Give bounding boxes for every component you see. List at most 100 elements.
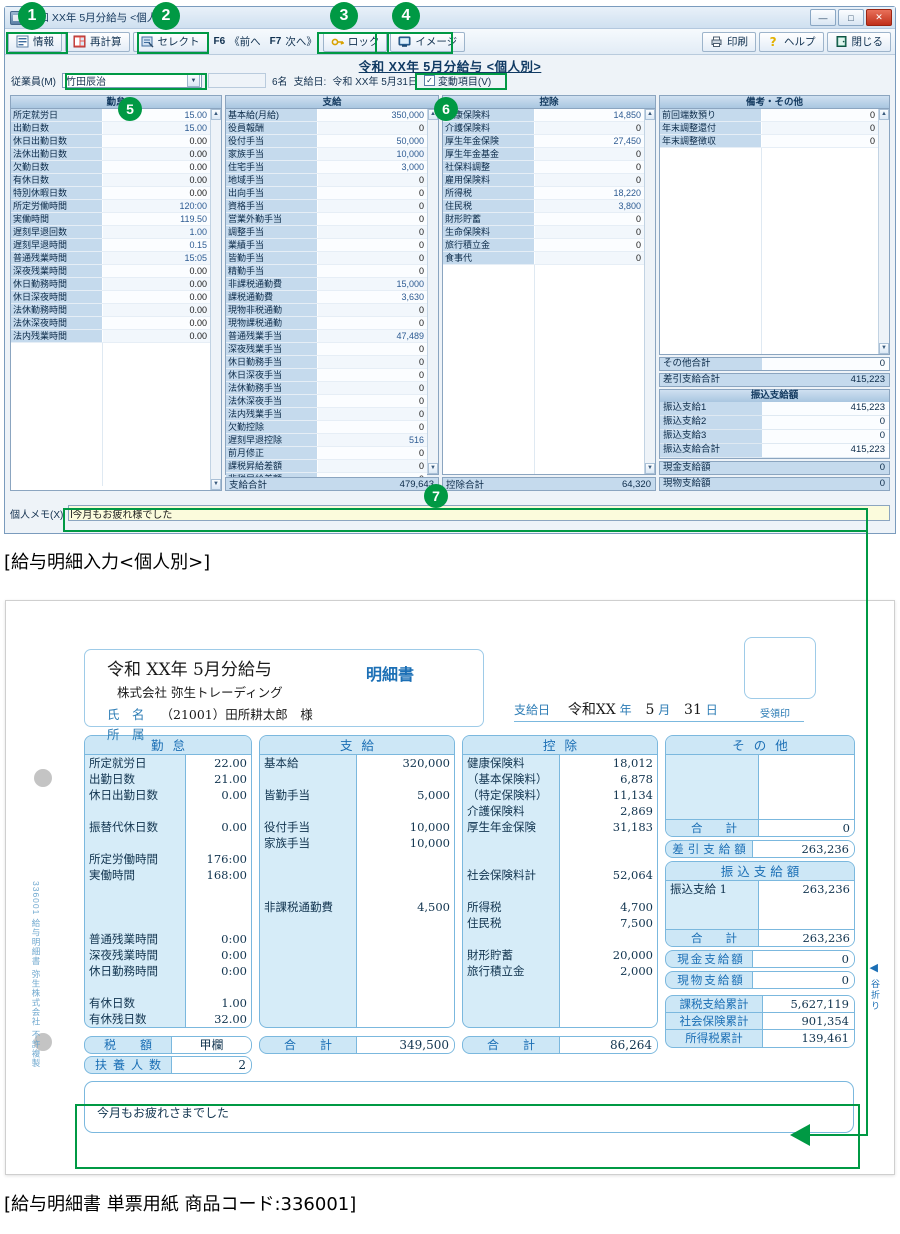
- grid-row-empty[interactable]: [443, 363, 644, 376]
- grid-row-value[interactable]: [535, 351, 644, 364]
- grid-row-value[interactable]: [762, 262, 878, 274]
- grid-row-value[interactable]: [762, 205, 878, 217]
- grid-row-empty[interactable]: [11, 382, 210, 395]
- grid-row-empty[interactable]: [443, 301, 644, 315]
- grid-row-empty[interactable]: [660, 250, 878, 263]
- help-button[interactable]: ? ヘルプ: [759, 31, 824, 52]
- grid-row[interactable]: 介護保険料 0: [443, 122, 644, 135]
- grid-row-empty[interactable]: [443, 437, 644, 450]
- grid-row-value[interactable]: 14,850: [535, 109, 644, 121]
- grid-row-empty[interactable]: [11, 447, 210, 460]
- grid-row-value[interactable]: [103, 447, 210, 460]
- grid-row-value[interactable]: [762, 285, 878, 297]
- grid-row-value[interactable]: 0.00: [103, 304, 210, 316]
- grid-row-value[interactable]: 0.00: [103, 317, 210, 329]
- grid-row-empty[interactable]: [660, 239, 878, 251]
- grid-row[interactable]: 役付手当 50,000: [226, 135, 427, 148]
- grid-row[interactable]: 出向手当 0: [226, 187, 427, 200]
- grid-row-value[interactable]: [535, 461, 644, 475]
- grid-row[interactable]: 役員報酬 0: [226, 122, 427, 135]
- grid-row-empty[interactable]: [443, 314, 644, 327]
- grid-row[interactable]: 深夜残業手当 0: [226, 343, 427, 356]
- other-rows[interactable]: 前回端数預り 0 年末調整還付 0 年末調整徴収 0: [660, 109, 878, 354]
- grid-row[interactable]: 遅刻早退控除 516: [226, 434, 427, 447]
- grid-row-value[interactable]: 0.15: [103, 239, 210, 251]
- grid-row-value[interactable]: 0.00: [103, 278, 210, 290]
- grid-row[interactable]: 基本給(月給) 350,000: [226, 109, 427, 122]
- grid-row-value[interactable]: 0: [318, 122, 427, 134]
- grid-row-empty[interactable]: [660, 205, 878, 217]
- grid-row[interactable]: 休日勤務手当 0: [226, 356, 427, 369]
- grid-row-empty[interactable]: [443, 351, 644, 364]
- grid-row-value[interactable]: 350,000: [318, 109, 427, 121]
- grid-row-value[interactable]: 0: [535, 148, 644, 160]
- grid-row-empty[interactable]: [443, 375, 644, 388]
- grid-row-value[interactable]: 0: [318, 460, 427, 472]
- grid-row-value[interactable]: [762, 342, 878, 354]
- grid-row[interactable]: 普通残業時間 15:05: [11, 252, 210, 265]
- grid-row-value[interactable]: [535, 424, 644, 438]
- grid-row-value[interactable]: [535, 387, 644, 401]
- koujo-grid[interactable]: 控除 健康保険料 14,850 介護保険料 0 厚生年金保険 27,450 厚生年金基金 0 社…: [442, 95, 656, 475]
- furikomi-row-value[interactable]: 415,223: [762, 444, 889, 457]
- furikomi-row-value[interactable]: 0: [762, 430, 889, 443]
- grid-row-empty[interactable]: [660, 342, 878, 354]
- grid-row[interactable]: 皆勤手当 0: [226, 252, 427, 265]
- grid-row-value[interactable]: [535, 301, 644, 315]
- grid-row[interactable]: 法内残業時間 0.00: [11, 330, 210, 343]
- grid-row[interactable]: 現物課税通勤 0: [226, 317, 427, 330]
- grid-row-empty[interactable]: [660, 319, 878, 331]
- grid-row-value[interactable]: 0: [318, 252, 427, 264]
- grid-row[interactable]: 地域手当 0: [226, 174, 427, 187]
- grid-row-value[interactable]: 0: [318, 356, 427, 368]
- furikomi-row-value[interactable]: 415,223: [762, 402, 889, 415]
- grid-row[interactable]: 欠勤日数 0.00: [11, 161, 210, 174]
- grid-row[interactable]: 現物非税通勤 0: [226, 304, 427, 317]
- grid-row-value[interactable]: 0: [535, 226, 644, 238]
- grid-row[interactable]: 深夜残業時間 0.00: [11, 265, 210, 278]
- grid-row-value[interactable]: [762, 148, 878, 160]
- grid-row-value[interactable]: 0: [318, 395, 427, 407]
- grid-row-value[interactable]: [762, 193, 878, 206]
- grid-row-value[interactable]: [103, 421, 210, 434]
- shikyu-rows[interactable]: 基本給(月給) 350,000 役員報酬 0 役付手当 50,000 家族手当 10,000 住…: [226, 109, 427, 486]
- grid-row-empty[interactable]: [443, 326, 644, 339]
- grid-row[interactable]: 休日深夜時間 0.00: [11, 291, 210, 304]
- grid-row-empty[interactable]: [660, 170, 878, 183]
- grid-row-empty[interactable]: [11, 369, 210, 382]
- grid-row-value[interactable]: [535, 375, 644, 388]
- grid-row-empty[interactable]: [11, 408, 210, 421]
- grid-row-value[interactable]: 0: [535, 252, 644, 264]
- grid-row-empty[interactable]: [660, 148, 878, 160]
- grid-row[interactable]: 住宅手当 3,000: [226, 161, 427, 174]
- grid-row-value[interactable]: 0: [318, 369, 427, 381]
- grid-row-value[interactable]: [535, 363, 644, 376]
- scroll-down-icon[interactable]: ▼: [428, 463, 438, 474]
- grid-row-value[interactable]: 0: [535, 122, 644, 134]
- grid-row-value[interactable]: 0: [318, 187, 427, 199]
- grid-row-value[interactable]: 0: [535, 239, 644, 251]
- grid-row-value[interactable]: [762, 159, 878, 171]
- grid-row-value[interactable]: [762, 319, 878, 331]
- grid-row[interactable]: 前回端数預り 0: [660, 109, 878, 122]
- grid-row-value[interactable]: 0: [535, 213, 644, 225]
- grid-row-value[interactable]: 1.00: [103, 226, 210, 238]
- grid-row-empty[interactable]: [443, 387, 644, 401]
- minimize-button[interactable]: ―: [810, 9, 836, 26]
- grid-row-empty[interactable]: [443, 400, 644, 413]
- grid-row-value[interactable]: 0.00: [103, 265, 210, 277]
- grid-row-value[interactable]: [535, 412, 644, 425]
- grid-row-empty[interactable]: [11, 421, 210, 434]
- grid-row-value[interactable]: 0: [318, 408, 427, 420]
- other-scrollbar[interactable]: ▲ ▼: [878, 109, 889, 354]
- grid-row-empty[interactable]: [11, 343, 210, 356]
- close-window-button[interactable]: ✕: [866, 9, 892, 26]
- grid-row-value[interactable]: [103, 473, 210, 486]
- grid-row-value[interactable]: 3,000: [318, 161, 427, 173]
- grid-row-empty[interactable]: [660, 308, 878, 320]
- furikomi-row[interactable]: 振込支給3 0: [660, 430, 889, 444]
- grid-row-value[interactable]: 0: [535, 174, 644, 186]
- grid-row[interactable]: 資格手当 0: [226, 200, 427, 213]
- furikomi-row[interactable]: 振込支給2 0: [660, 416, 889, 430]
- grid-row-value[interactable]: [535, 400, 644, 413]
